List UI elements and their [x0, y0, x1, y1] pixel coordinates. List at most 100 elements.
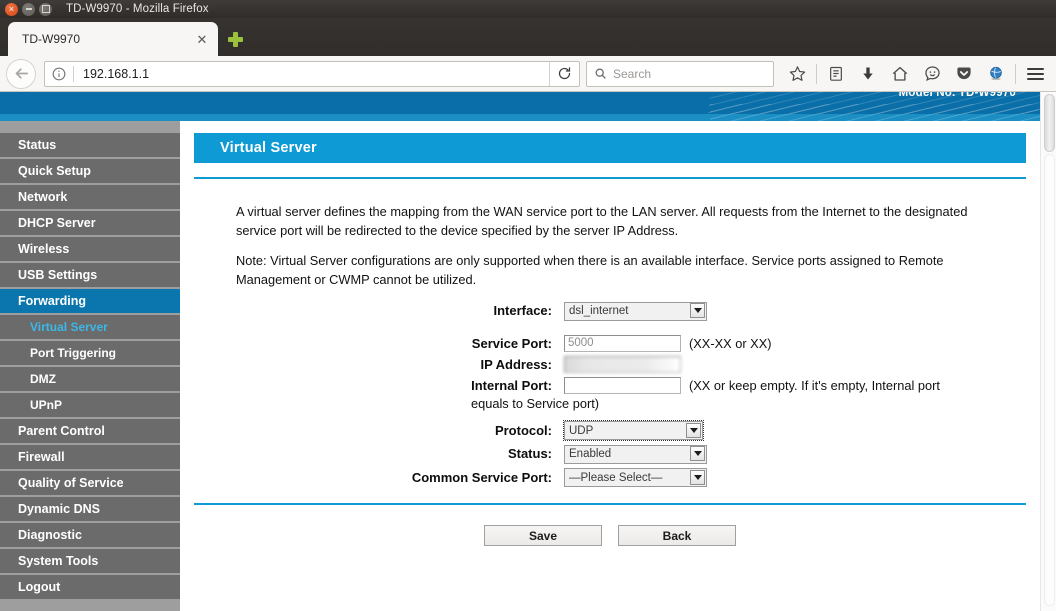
close-tab-icon[interactable]: ✕ [194, 31, 210, 47]
sidebar-item-label: Parent Control [18, 424, 105, 438]
field-row-protocol: Protocol: UDP [194, 420, 1026, 442]
sidebar-item-status[interactable]: Status [0, 133, 180, 159]
bookmark-star-icon[interactable] [782, 59, 812, 89]
field-row-status: Status: Enabled [194, 444, 1026, 464]
interface-select[interactable]: dsl_internet [564, 301, 707, 321]
status-label: Status: [507, 446, 552, 462]
service-port-hint: (XX-XX or XX) [689, 335, 772, 351]
sidebar-item-label: Forwarding [18, 294, 87, 308]
field-row-internal-port: Internal Port: (XX or keep empty. If it'… [194, 376, 1026, 394]
save-button[interactable]: Save [484, 525, 602, 547]
page-description: A virtual server defines the mapping fro… [236, 203, 984, 289]
sync-globe-icon[interactable] [981, 59, 1011, 89]
sidebar-item-label: System Tools [18, 554, 99, 568]
back-icon[interactable] [6, 58, 36, 89]
sidebar-item-virtual-server[interactable]: Virtual Server [0, 315, 180, 341]
sidebar-item-label: Wireless [18, 242, 70, 256]
scrollbar-track[interactable] [1044, 154, 1055, 606]
sidebar-item-forwarding[interactable]: Forwarding [0, 289, 180, 315]
internal-port-label: Internal Port: [471, 377, 552, 393]
sidebar-item-dhcp-server[interactable]: DHCP Server [0, 211, 180, 237]
new-tab-button[interactable] [220, 22, 250, 56]
url-text[interactable]: 192.168.1.1 [74, 67, 549, 81]
sidebar-item-label: Port Triggering [30, 346, 117, 360]
sidebar-item-port-triggering[interactable]: Port Triggering [0, 341, 180, 367]
field-row-service-port: Service Port: (XX-XX or XX) [194, 334, 1026, 352]
ip-address-label: IP Address: [480, 356, 552, 372]
model-number-label: Model No. TD-W9970 [898, 92, 1016, 99]
sidebar-item-diagnostic[interactable]: Diagnostic [0, 523, 180, 549]
interface-select-wrapper: dsl_internet [564, 301, 707, 321]
common-service-port-select-wrapper: —Please Select— [564, 468, 707, 488]
window-titlebar: × TD-W9970 - Mozilla Firefox [0, 0, 1056, 18]
reload-icon[interactable] [549, 61, 579, 86]
tab-strip: TD-W9970 ✕ [0, 18, 1056, 56]
identity-icon[interactable] [45, 67, 73, 81]
search-placeholder: Search [613, 66, 652, 81]
minimize-window-button[interactable] [22, 2, 35, 16]
back-button[interactable]: Back [618, 525, 736, 547]
close-window-button[interactable]: × [5, 2, 18, 16]
page-title: Virtual Server [194, 133, 1026, 163]
sidebar-item-logout[interactable]: Logout [0, 575, 180, 601]
sidebar-menu: Status Quick Setup Network DHCP Server Wirel… [0, 121, 180, 611]
sidebar-item-label: USB Settings [18, 268, 98, 282]
tab-label: TD-W9970 [22, 32, 81, 46]
sidebar-item-label: Network [18, 190, 68, 204]
home-icon[interactable] [885, 59, 915, 89]
interface-label: Interface: [493, 303, 552, 319]
sidebar-item-system-tools[interactable]: System Tools [0, 549, 180, 575]
common-service-port-select[interactable]: —Please Select— [564, 468, 707, 488]
scrollbar-thumb[interactable] [1044, 94, 1055, 152]
sidebar-item-firewall[interactable]: Firewall [0, 445, 180, 471]
window-controls: × [5, 2, 52, 16]
page-scrollbar[interactable] [1040, 92, 1056, 611]
search-icon [595, 68, 606, 79]
toolbar-divider-2 [1015, 63, 1016, 84]
sidebar-item-dynamic-dns[interactable]: Dynamic DNS [0, 497, 180, 523]
protocol-select[interactable]: UDP [563, 420, 704, 442]
sidebar-item-label: UPnP [30, 398, 63, 412]
protocol-select-wrapper: UDP [563, 420, 704, 442]
maximize-window-button[interactable] [39, 2, 52, 16]
navigation-toolbar: 192.168.1.1 Search [0, 56, 1056, 92]
window-title: TD-W9970 - Mozilla Firefox [66, 3, 209, 15]
sidebar-item-label: Dynamic DNS [18, 502, 100, 516]
field-row-common-service-port: Common Service Port: —Please Select— [194, 468, 1026, 488]
sidebar-item-dmz[interactable]: DMZ [0, 367, 180, 393]
sidebar-item-quality-of-service[interactable]: Quality of Service [0, 471, 180, 497]
sidebar-item-wireless[interactable]: Wireless [0, 237, 180, 263]
ip-address-input[interactable] [564, 355, 681, 373]
virtual-server-form: Interface: dsl_internet Service Port: 50… [194, 301, 1026, 488]
sidebar-item-usb-settings[interactable]: USB Settings [0, 263, 180, 289]
downloads-icon[interactable] [853, 59, 883, 89]
sidebar-item-parent-control[interactable]: Parent Control [0, 419, 180, 445]
form-buttons: Save Back [194, 525, 1026, 547]
form-divider [194, 503, 1026, 506]
title-divider [194, 177, 1026, 179]
menu-hamburger-icon[interactable] [1020, 59, 1050, 89]
service-port-label: Service Port: [471, 335, 552, 351]
internal-port-input[interactable] [564, 376, 681, 394]
field-row-interface: Interface: dsl_internet [194, 301, 1026, 321]
status-select-wrapper: Enabled [564, 444, 707, 464]
pocket-icon[interactable] [949, 59, 979, 89]
library-icon[interactable] [821, 59, 851, 89]
sidebar-item-label: Virtual Server [30, 320, 108, 334]
sidebar-item-quick-setup[interactable]: Quick Setup [0, 159, 180, 185]
sidebar-item-label: Diagnostic [18, 528, 82, 542]
protocol-label: Protocol: [494, 422, 552, 438]
tab-td-w9970[interactable]: TD-W9970 ✕ [8, 22, 218, 56]
service-port-input[interactable] [564, 334, 681, 352]
plus-icon [227, 31, 243, 47]
page-viewport: Model No. TD-W9970 Status Quick Setup Netw… [0, 92, 1056, 611]
url-bar[interactable]: 192.168.1.1 [44, 60, 580, 87]
description-paragraph-1: A virtual server defines the mapping fro… [236, 204, 968, 238]
sidebar-item-upnp[interactable]: UPnP [0, 393, 180, 419]
description-paragraph-2: Note: Virtual Server configurations are … [236, 253, 944, 287]
feedback-smiley-icon[interactable] [917, 59, 947, 89]
status-select[interactable]: Enabled [564, 444, 707, 464]
sidebar-item-network[interactable]: Network [0, 185, 180, 211]
search-input[interactable]: Search [586, 60, 774, 87]
sidebar-item-label: Logout [18, 580, 61, 594]
